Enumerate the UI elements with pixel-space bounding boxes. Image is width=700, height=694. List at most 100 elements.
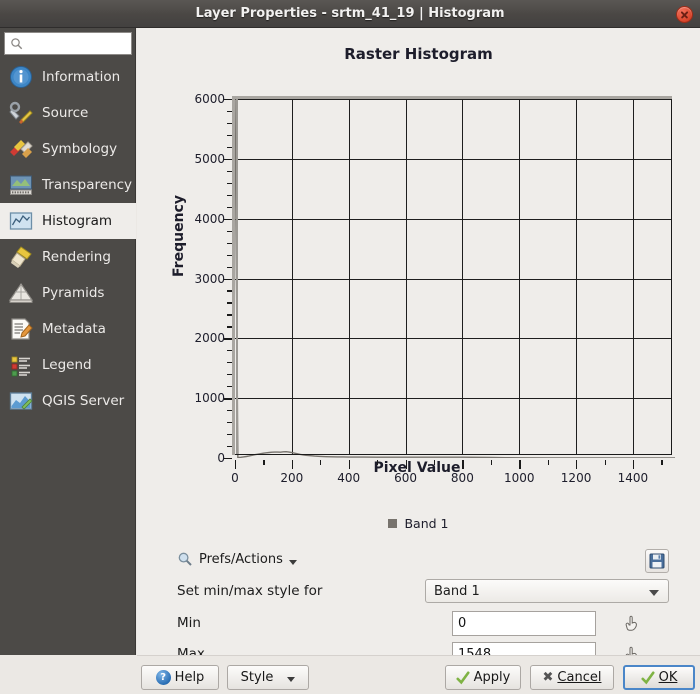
dialog-button-bar: ? Help Style Apply ✖ Cancel OK [137, 655, 700, 694]
chart-x-tick-label: 1400 [603, 471, 663, 485]
source-icon [8, 100, 34, 126]
band-select-value: Band 1 [434, 584, 480, 599]
chart-x-tick [576, 460, 577, 469]
sidebar-item-label: QGIS Server [42, 393, 124, 409]
chart-plot-frame [232, 96, 672, 455]
help-button-label: Help [175, 670, 205, 685]
chart-x-tick-label: 400 [319, 471, 379, 485]
ok-button[interactable]: OK [623, 665, 695, 690]
symbology-icon [8, 136, 34, 162]
cancel-button[interactable]: ✖ Cancel [530, 665, 614, 690]
cancel-button-label: Cancel [557, 670, 601, 685]
sidebar-item-information[interactable]: Information [0, 59, 136, 95]
information-icon [8, 64, 34, 90]
chart-x-tick [519, 460, 520, 469]
sidebar-item-rendering[interactable]: Rendering [0, 239, 136, 275]
sidebar-item-qgis-server[interactable]: QGIS Server [0, 383, 136, 419]
chart-y-tick-label: 5000 [179, 152, 225, 166]
search-input[interactable] [28, 33, 130, 54]
chart-x-tick [235, 460, 236, 469]
metadata-icon [8, 316, 34, 342]
legend-swatch-band-1 [388, 519, 397, 528]
chevron-down-icon [289, 560, 297, 565]
chevron-down-icon [287, 677, 295, 682]
chart-x-tick-label: 1000 [489, 471, 549, 485]
save-histogram-button[interactable] [645, 549, 669, 573]
chart-x-tick-label: 0 [205, 471, 265, 485]
pyramids-icon [8, 280, 34, 306]
legend-icon [8, 352, 34, 378]
gray-cross-icon: ✖ [543, 671, 554, 684]
chart-x-minor-tick [605, 460, 606, 465]
transparency-icon [8, 172, 34, 198]
chart-x-axis-line [235, 454, 672, 456]
style-button-label: Style [241, 670, 274, 685]
chart-x-tick-label: 1200 [546, 471, 606, 485]
sidebar-item-label: Symbology [42, 141, 117, 157]
chart-x-tick [406, 460, 407, 469]
chart-x-minor-tick [661, 460, 662, 465]
chart-x-tick-label: 200 [262, 471, 322, 485]
help-question-icon: ? [156, 670, 171, 685]
min-picker-pointing-hand-icon[interactable] [622, 614, 642, 634]
chart-title: Raster Histogram [137, 45, 700, 63]
chart-plot-area [235, 99, 672, 455]
prefs-actions-label: Prefs/Actions [199, 552, 283, 567]
main-panel: Raster Histogram Frequency Pixel Value 0… [137, 28, 700, 655]
ok-button-label: OK [659, 670, 678, 685]
prefs-actions-button[interactable]: Prefs/Actions [177, 551, 297, 567]
sidebar-item-label: Rendering [42, 249, 111, 265]
raster-histogram-chart: Raster Histogram Frequency Pixel Value 0… [137, 28, 700, 480]
sidebar: Information Source [0, 28, 136, 655]
search-box[interactable] [4, 32, 132, 55]
chart-x-minor-tick [263, 460, 264, 465]
chart-y-tick [224, 458, 232, 459]
sidebar-item-label: Metadata [42, 321, 106, 337]
window-title: Layer Properties - srtm_41_19 | Histogra… [0, 0, 700, 28]
chart-x-minor-tick [320, 460, 321, 465]
chart-x-tick-label: 600 [376, 471, 436, 485]
sidebar-item-pyramids[interactable]: Pyramids [0, 275, 136, 311]
chart-x-tick [349, 460, 350, 469]
sidebar-item-transparency[interactable]: Transparency [0, 167, 136, 203]
sidebar-item-metadata[interactable]: Metadata [0, 311, 136, 347]
sidebar-item-label: Information [42, 69, 120, 85]
sidebar-nav-list: Information Source [0, 59, 136, 419]
chart-series-band-1 [235, 99, 675, 458]
min-input[interactable] [452, 611, 596, 636]
search-icon [10, 37, 24, 51]
chart-x-minor-tick [548, 460, 549, 465]
chart-y-tick [224, 159, 232, 160]
band-select[interactable]: Band 1 [425, 579, 669, 603]
chart-series-line [235, 99, 675, 458]
min-label: Min [177, 615, 201, 631]
sidebar-item-label: Source [42, 105, 88, 121]
chart-y-tick [224, 338, 232, 339]
sidebar-item-histogram[interactable]: Histogram [0, 203, 136, 239]
chart-legend: Band 1 [137, 516, 700, 531]
chart-y-tick [224, 219, 232, 220]
green-check-icon [641, 671, 655, 685]
chart-y-tick [224, 398, 232, 399]
chart-y-tick-label: 0 [179, 451, 225, 465]
chart-x-tick [462, 460, 463, 469]
sidebar-item-label: Transparency [42, 177, 132, 193]
minmax-style-label: Set min/max style for [177, 583, 322, 599]
style-button[interactable]: Style [227, 665, 309, 690]
chart-y-tick-label: 3000 [179, 272, 225, 286]
chart-x-tick [633, 460, 634, 469]
chart-y-tick [224, 99, 232, 100]
sidebar-item-symbology[interactable]: Symbology [0, 131, 136, 167]
sidebar-item-source[interactable]: Source [0, 95, 136, 131]
sidebar-item-legend[interactable]: Legend [0, 347, 136, 383]
chart-x-minor-tick [491, 460, 492, 465]
qgis-server-icon [8, 388, 34, 414]
chart-y-tick-label: 6000 [179, 92, 225, 106]
chart-y-tick [224, 279, 232, 280]
apply-button[interactable]: Apply [445, 665, 521, 690]
chart-x-minor-tick [377, 460, 378, 465]
histogram-icon [8, 208, 34, 234]
help-button[interactable]: ? Help [141, 665, 219, 690]
chart-zero-spike [236, 99, 238, 454]
close-icon[interactable] [676, 6, 693, 23]
